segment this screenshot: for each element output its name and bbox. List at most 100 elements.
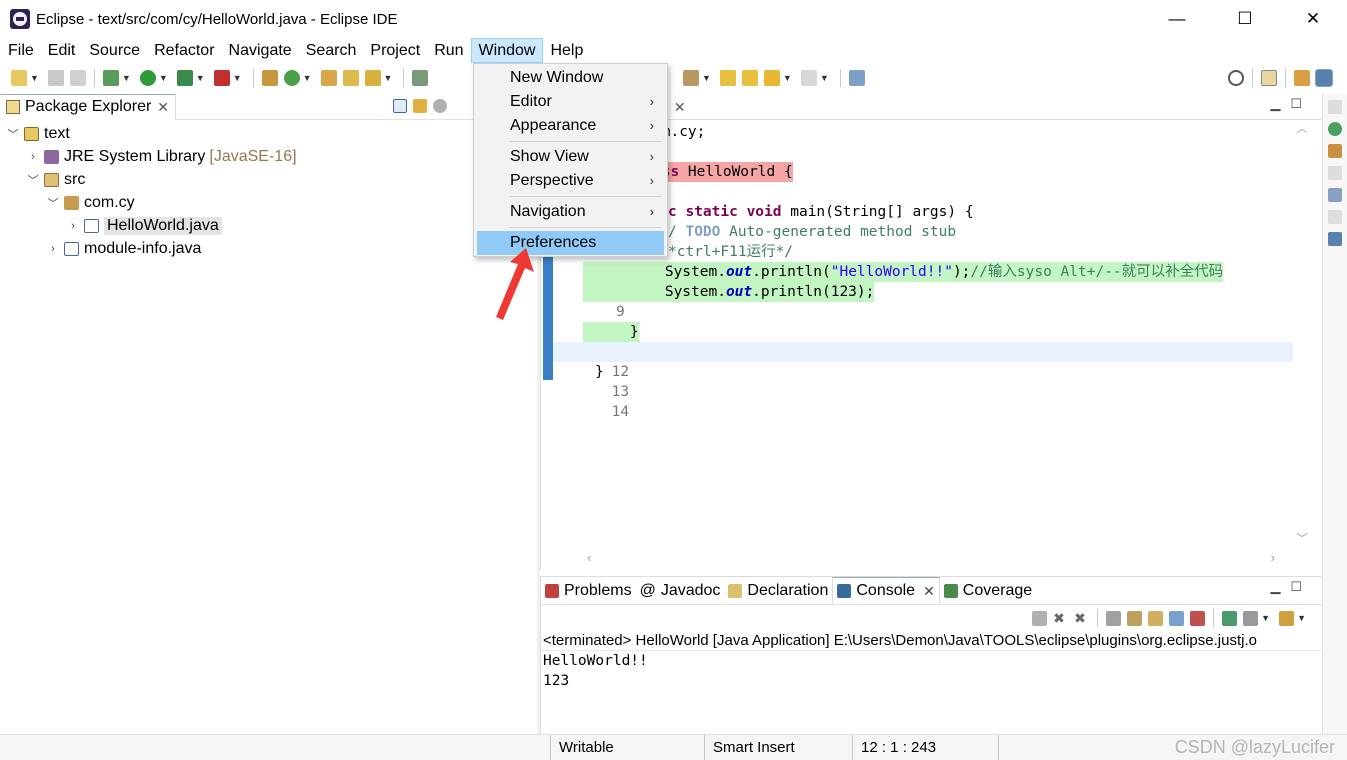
forward-dropdown-icon[interactable]: ▼ [820, 73, 829, 83]
restore-icon[interactable] [1328, 166, 1342, 180]
console-output[interactable]: HelloWorld!! 123 [541, 651, 1322, 691]
editor-vertical-scrollbar[interactable]: ︿ ﹀ [1296, 120, 1308, 546]
link-with-editor-icon[interactable] [413, 99, 427, 113]
open-console-icon[interactable] [1279, 610, 1295, 626]
show-on-stderr-icon[interactable] [1190, 610, 1206, 626]
pin-console-icon[interactable] [1222, 610, 1238, 626]
remove-launch-icon[interactable]: ✖ [1053, 610, 1068, 626]
close-icon[interactable]: ✕ [674, 99, 686, 116]
menu-run[interactable]: Run [427, 38, 470, 63]
back-dropdown-icon[interactable]: ▼ [783, 73, 792, 83]
chevron-down-icon[interactable]: ﹀ [46, 195, 60, 211]
back-icon[interactable] [763, 70, 780, 86]
next-annotation-icon[interactable] [683, 70, 699, 86]
search-tool-icon[interactable] [364, 70, 381, 86]
tab-console[interactable]: Console ✕ [832, 576, 940, 605]
search-icon[interactable] [1228, 70, 1244, 86]
close-icon[interactable]: ✕ [157, 99, 169, 116]
scroll-left-icon[interactable]: ‹ [587, 550, 591, 568]
tree-item-module-info[interactable]: › module-info.java [0, 237, 537, 260]
open-console-dropdown-icon[interactable]: ▼ [1297, 613, 1306, 623]
open-perspective-icon[interactable] [1261, 70, 1277, 86]
hierarchy-icon[interactable] [1328, 144, 1342, 158]
chevron-right-icon[interactable]: › [46, 243, 60, 255]
run-icon[interactable] [139, 70, 156, 86]
menu-navigate[interactable]: Navigate [222, 38, 299, 63]
new-class-dropdown-icon[interactable]: ▼ [303, 73, 312, 83]
menu-item-appearance[interactable]: Appearance › [477, 114, 664, 138]
next-annotation-dropdown-icon[interactable]: ▼ [702, 73, 711, 83]
tab-coverage[interactable]: Coverage [940, 577, 1036, 605]
save-all-icon[interactable] [69, 70, 86, 86]
chevron-down-icon[interactable]: ﹀ [26, 172, 40, 188]
tree-item-src[interactable]: ﹀ src [0, 168, 537, 191]
display-console-dropdown-icon[interactable]: ▼ [1261, 613, 1270, 623]
clear-console-icon[interactable] [1106, 610, 1122, 626]
menu-help[interactable]: Help [543, 38, 590, 63]
chevron-right-icon[interactable]: › [66, 220, 80, 232]
menu-search[interactable]: Search [299, 38, 364, 63]
close-icon[interactable]: ✕ [923, 583, 935, 600]
scroll-lock-icon[interactable] [1127, 610, 1143, 626]
forward-icon[interactable] [800, 70, 817, 86]
restore-icon[interactable] [1328, 210, 1342, 224]
java-perspective-icon[interactable] [1315, 69, 1333, 87]
scroll-right-icon[interactable]: › [1271, 550, 1275, 568]
editor-horizontal-scrollbar[interactable]: ‹ › [581, 550, 1281, 568]
open-folder-icon[interactable] [342, 70, 359, 86]
close-window-button[interactable]: ✕ [1279, 0, 1347, 38]
word-wrap-icon[interactable] [1148, 610, 1164, 626]
tab-javadoc[interactable]: @ Javadoc [636, 577, 725, 605]
tab-declaration[interactable]: Declaration [724, 577, 832, 605]
tab-problems[interactable]: Problems [541, 577, 636, 605]
menu-item-navigation[interactable]: Navigation › [477, 200, 664, 224]
new-icon[interactable] [11, 70, 27, 86]
menu-window[interactable]: Window [470, 38, 544, 63]
menu-item-editor[interactable]: Editor › [477, 90, 664, 114]
menu-item-show-view[interactable]: Show View › [477, 145, 664, 169]
editor-min-max[interactable]: ▁☐ [1270, 96, 1312, 112]
new-java-project-icon[interactable] [261, 70, 278, 86]
tree-item-jre[interactable]: › JRE System Library [JavaSE-16] [0, 145, 537, 168]
menu-source[interactable]: Source [82, 38, 147, 63]
coverage-dropdown-icon[interactable]: ▼ [196, 73, 205, 83]
tree-item-project[interactable]: ﹀ text [0, 122, 537, 145]
coverage-icon[interactable] [176, 70, 193, 86]
run-dropdown-icon[interactable]: ▼ [159, 73, 168, 83]
prev-edit-icon[interactable] [719, 70, 736, 86]
menu-edit[interactable]: Edit [41, 38, 83, 63]
save-icon[interactable] [47, 70, 64, 86]
menu-file[interactable]: File [1, 38, 41, 63]
tab-package-explorer[interactable]: Package Explorer ✕ [0, 93, 177, 120]
debug-icon[interactable] [102, 70, 119, 86]
debug-dropdown-icon[interactable]: ▼ [122, 73, 131, 83]
minimize-button[interactable]: — [1143, 0, 1211, 38]
menu-refactor[interactable]: Refactor [147, 38, 221, 63]
debug-perspective-icon[interactable] [1294, 70, 1310, 86]
chevron-down-icon[interactable]: ﹀ [6, 126, 20, 142]
restore-icon[interactable] [1328, 100, 1342, 114]
tree-item-package[interactable]: ﹀ com.cy [0, 191, 537, 214]
console-min-max[interactable]: ▁☐ [1270, 579, 1312, 595]
console-side-icon[interactable] [1328, 232, 1342, 246]
tree-item-helloworld[interactable]: › HelloWorld.java [0, 214, 537, 237]
collapse-all-icon[interactable] [393, 99, 407, 113]
task-list-icon[interactable] [1328, 188, 1342, 202]
menu-item-perspective[interactable]: Perspective › [477, 169, 664, 193]
scroll-up-icon[interactable]: ︿ [1296, 120, 1308, 136]
menu-item-new-window[interactable]: New Window [477, 66, 664, 90]
annotation-icon[interactable] [412, 70, 429, 86]
new-class-icon[interactable] [283, 70, 300, 86]
open-type-icon[interactable] [320, 70, 337, 86]
pin-editor-icon[interactable] [848, 70, 865, 86]
chevron-right-icon[interactable]: › [26, 151, 40, 163]
terminate-icon[interactable] [1032, 610, 1048, 626]
external-tools-icon[interactable] [213, 70, 230, 86]
outline-icon[interactable] [1328, 122, 1342, 136]
display-console-icon[interactable] [1243, 610, 1259, 626]
external-tools-dropdown-icon[interactable]: ▼ [233, 73, 242, 83]
maximize-button[interactable]: ☐ [1211, 0, 1279, 38]
show-on-stdout-icon[interactable] [1169, 610, 1185, 626]
next-edit-icon[interactable] [741, 70, 758, 86]
scroll-down-icon[interactable]: ﹀ [1296, 530, 1308, 546]
